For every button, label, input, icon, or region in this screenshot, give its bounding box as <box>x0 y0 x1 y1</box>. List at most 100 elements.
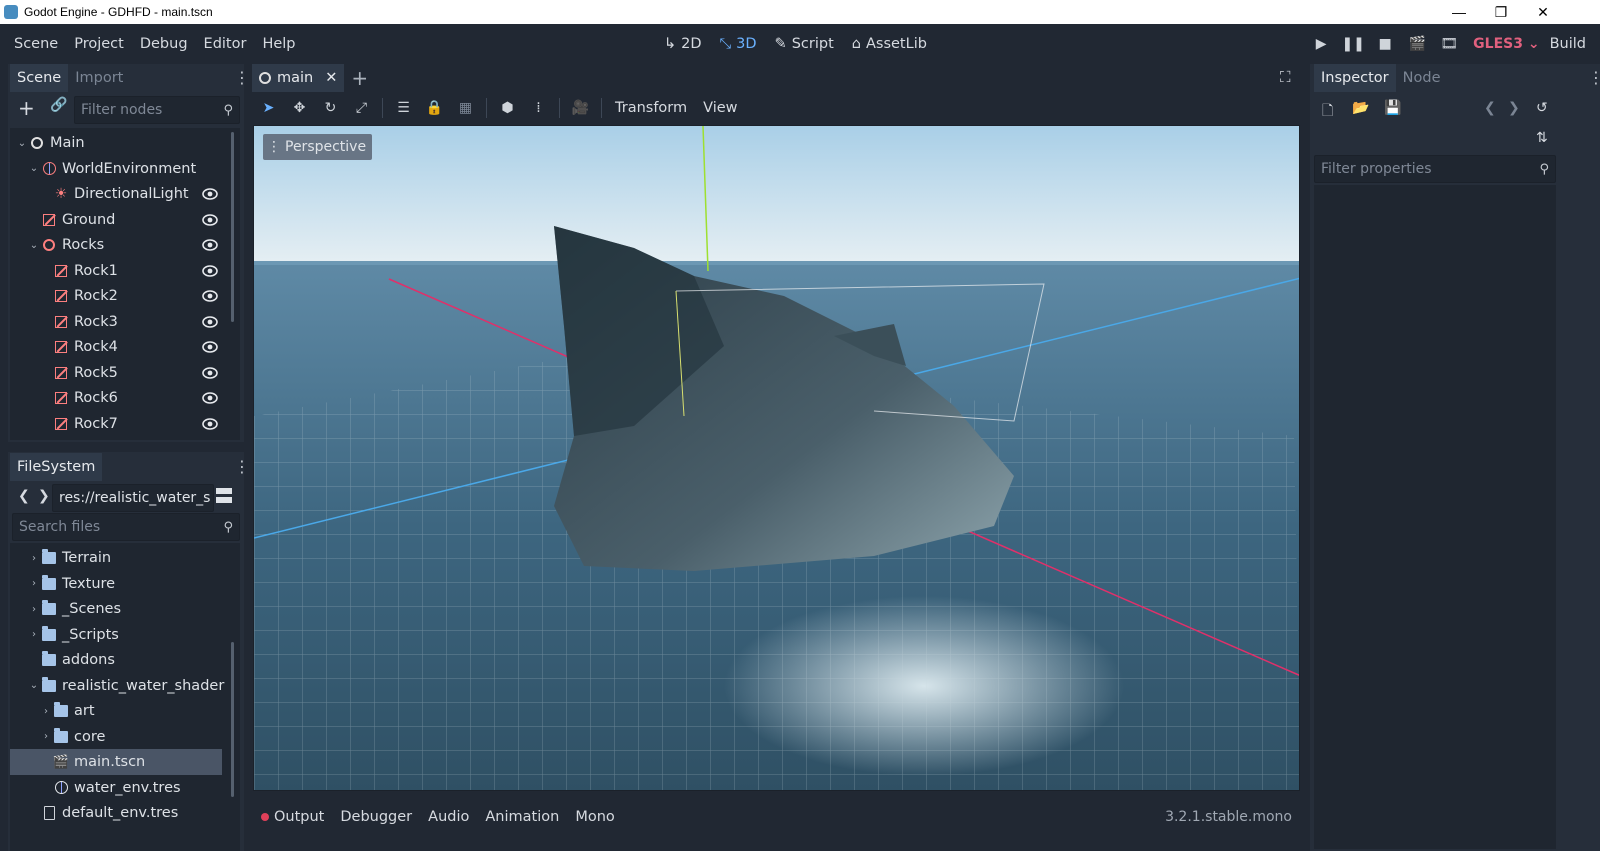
camera-override-icon[interactable]: 🎥 <box>565 93 596 123</box>
expand-arrow-icon[interactable]: ⌄ <box>28 680 40 691</box>
expand-arrow-icon[interactable]: ⌄ <box>16 138 28 149</box>
menu-scene[interactable]: Scene <box>7 36 65 52</box>
expand-arrow-icon[interactable]: ⌄ <box>28 240 40 251</box>
tab-scene[interactable]: Scene <box>10 64 69 92</box>
visibility-eye-icon[interactable] <box>202 263 218 279</box>
filesystem-path-input[interactable]: res://realistic_water_s <box>52 484 214 512</box>
mode-2d-button[interactable]: ↳ 2D <box>660 36 706 52</box>
snap-icon[interactable]: ⁞ <box>523 93 554 123</box>
history-icon[interactable]: ↺ <box>1536 100 1548 116</box>
scene-dock-menu-icon[interactable]: ⋮ <box>234 64 250 92</box>
expand-arrow-icon[interactable]: › <box>40 706 52 717</box>
fs-item-art[interactable]: › art <box>10 698 230 724</box>
transform-menu[interactable]: Transform <box>607 100 695 116</box>
close-tab-icon[interactable]: ✕ <box>325 70 337 86</box>
visibility-eye-icon[interactable] <box>202 186 218 202</box>
add-scene-tab-icon[interactable]: + <box>344 64 375 92</box>
tab-import[interactable]: Import <box>68 64 130 92</box>
filesystem-menu-icon[interactable]: ⋮ <box>234 453 250 481</box>
visibility-eye-icon[interactable] <box>202 212 218 228</box>
back-icon[interactable]: ❮ <box>18 488 30 504</box>
link-icon[interactable]: 🔗 <box>50 97 67 113</box>
scene-node-rock2[interactable]: Rock2 <box>10 283 240 309</box>
visibility-eye-icon[interactable] <box>202 339 218 355</box>
select-tool-icon[interactable]: ➤ <box>253 93 284 123</box>
fs-item-addons[interactable]: addons <box>10 647 230 673</box>
tab-main-scene[interactable]: main ✕ <box>252 64 345 92</box>
search-files-input[interactable]: Search files ⚲ <box>12 513 240 541</box>
3d-viewport[interactable] <box>253 125 1300 791</box>
tab-animation[interactable]: Animation <box>477 809 567 825</box>
scene-node-ground[interactable]: Ground <box>10 207 240 233</box>
visibility-eye-icon[interactable] <box>202 365 218 381</box>
visibility-eye-icon[interactable] <box>202 237 218 253</box>
scene-node-rock4[interactable]: Rock4 <box>10 334 240 360</box>
move-tool-icon[interactable]: ✥ <box>284 93 315 123</box>
scene-node-worldenvironment[interactable]: ⌄ WorldEnvironment <box>10 156 240 182</box>
visibility-eye-icon[interactable] <box>202 390 218 406</box>
scene-node-main[interactable]: ⌄ Main <box>10 130 240 156</box>
scene-node-rock7[interactable]: Rock7 <box>10 411 240 437</box>
viewport-scene[interactable] <box>254 126 1300 791</box>
stop-icon[interactable]: ■ <box>1369 24 1401 64</box>
add-node-icon[interactable]: + <box>18 96 35 120</box>
list-select-icon[interactable]: ☰ <box>388 93 419 123</box>
pause-icon[interactable]: ❚❚ <box>1337 24 1369 64</box>
rotate-tool-icon[interactable]: ↻ <box>315 93 346 123</box>
expand-arrow-icon[interactable]: ⌄ <box>28 163 40 174</box>
menu-help[interactable]: Help <box>255 36 302 52</box>
fs-item--scenes[interactable]: › _Scenes <box>10 596 230 622</box>
scene-node-rock6[interactable]: Rock6 <box>10 385 240 411</box>
distraction-free-icon[interactable]: ⛶ <box>1280 68 1291 86</box>
tab-node[interactable]: Node <box>1396 64 1448 92</box>
scene-node-rock3[interactable]: Rock3 <box>10 309 240 335</box>
renderer-selector[interactable]: GLES3 ⌄ <box>1473 36 1539 52</box>
menu-debug[interactable]: Debug <box>133 36 195 52</box>
viewport-perspective-menu[interactable]: ⋮ Perspective <box>263 134 373 160</box>
scene-node-rocks[interactable]: ⌄ Rocks <box>10 232 240 258</box>
fs-item-core[interactable]: › core <box>10 724 230 750</box>
lock-icon[interactable]: 🔒 <box>419 93 450 123</box>
scene-node-directionallight[interactable]: ☀ DirectionalLight <box>10 181 240 207</box>
mode-script-button[interactable]: ✎ Script <box>771 36 838 52</box>
minimize-icon[interactable]: — <box>1436 0 1482 24</box>
visibility-eye-icon[interactable] <box>202 416 218 432</box>
object-properties-icon[interactable]: ⇅ <box>1536 130 1548 146</box>
new-resource-icon[interactable]: 🗋 <box>1322 100 1333 124</box>
fs-item-texture[interactable]: › Texture <box>10 571 230 597</box>
fs-item-water-env-tres[interactable]: water_env.tres <box>10 775 230 801</box>
menu-project[interactable]: Project <box>67 36 131 52</box>
filter-nodes-input[interactable]: Filter nodes ⚲ <box>74 96 240 124</box>
build-button[interactable]: Build <box>1550 36 1586 52</box>
tab-debugger[interactable]: Debugger <box>332 809 420 825</box>
scene-tree-scrollbar[interactable] <box>231 132 234 322</box>
split-mode-icon[interactable] <box>216 488 232 504</box>
open-resource-icon[interactable]: 📂 <box>1352 100 1369 116</box>
expand-arrow-icon[interactable]: › <box>28 553 40 564</box>
expand-arrow-icon[interactable]: › <box>28 578 40 589</box>
tab-inspector[interactable]: Inspector <box>1314 64 1396 92</box>
filesystem-scrollbar[interactable] <box>231 642 234 797</box>
fs-item-terrain[interactable]: › Terrain <box>10 545 230 571</box>
play-custom-scene-icon[interactable]: 🎞 <box>1433 24 1465 64</box>
inspector-menu-icon[interactable]: ⋮ <box>1588 64 1600 92</box>
restore-icon[interactable]: ❐ <box>1478 0 1524 24</box>
visibility-eye-icon[interactable] <box>202 288 218 304</box>
fs-item-default-env-tres[interactable]: default_env.tres <box>10 800 230 826</box>
menu-editor[interactable]: Editor <box>197 36 254 52</box>
expand-arrow-icon[interactable]: › <box>40 731 52 742</box>
scale-tool-icon[interactable]: ⤢ <box>346 93 377 123</box>
filter-properties-input[interactable]: Filter properties ⚲ <box>1314 155 1556 183</box>
mode-assetlib-button[interactable]: ⌂ AssetLib <box>848 36 931 52</box>
tab-audio[interactable]: Audio <box>420 809 477 825</box>
play-icon[interactable]: ▶ <box>1305 24 1337 64</box>
save-resource-icon[interactable]: 💾 <box>1384 100 1401 116</box>
group-icon[interactable]: ▦ <box>450 93 481 123</box>
tab-filesystem[interactable]: FileSystem <box>10 453 103 481</box>
play-scene-icon[interactable]: 🎬 <box>1401 24 1433 64</box>
scene-node-rock1[interactable]: Rock1 <box>10 258 240 284</box>
forward-icon[interactable]: ❯ <box>38 488 50 504</box>
local-space-icon[interactable]: ⬢ <box>492 93 523 123</box>
tab-mono[interactable]: Mono <box>567 809 622 825</box>
fs-item-main-tscn[interactable]: 🎬 main.tscn <box>10 749 222 775</box>
